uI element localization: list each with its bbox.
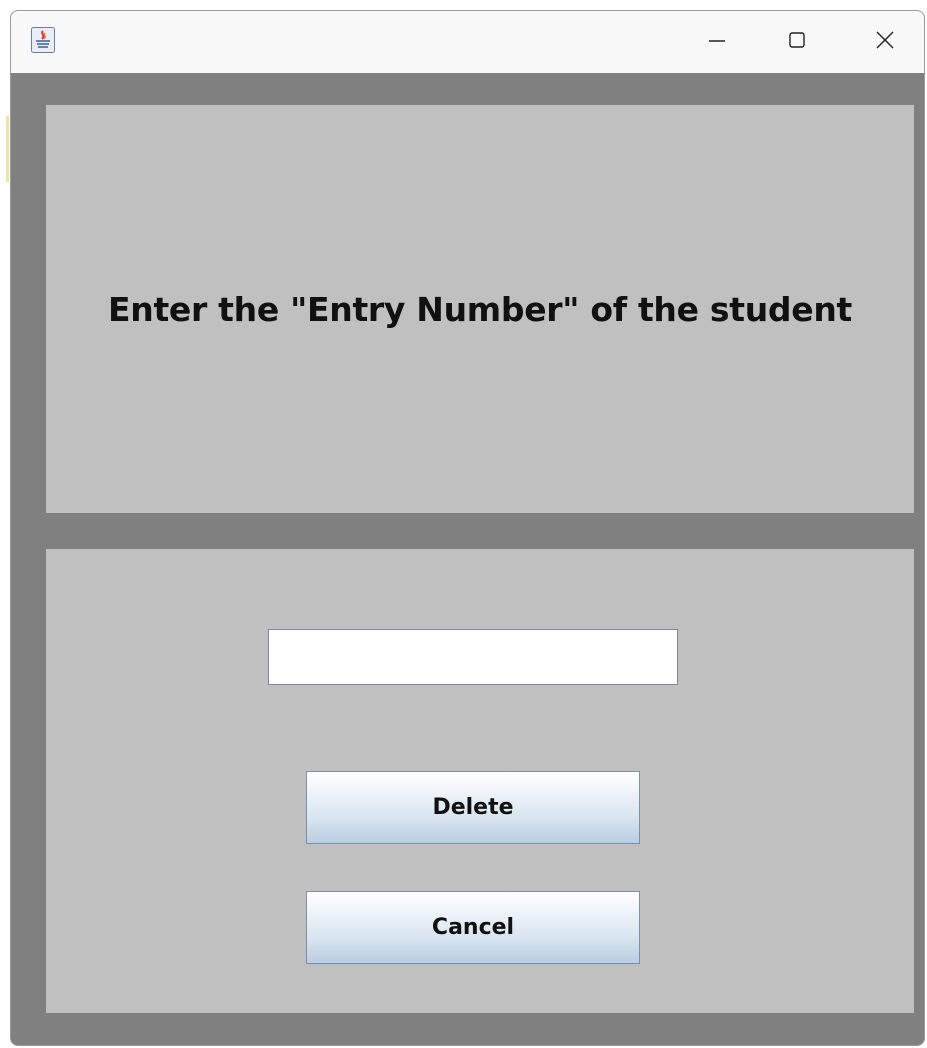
minimize-button[interactable] <box>691 11 743 73</box>
maximize-icon <box>787 30 807 54</box>
maximize-button[interactable] <box>771 11 823 73</box>
prompt-label: Enter the "Entry Number" of the student <box>108 289 852 329</box>
dialog-window: Enter the "Entry Number" of the student … <box>10 10 925 1046</box>
form-panel: Delete Cancel <box>46 549 914 1013</box>
close-button[interactable] <box>859 11 911 73</box>
title-bar[interactable] <box>11 11 924 73</box>
desktop-fragment <box>6 116 9 182</box>
prompt-panel: Enter the "Entry Number" of the student <box>46 105 914 513</box>
close-icon <box>875 30 895 54</box>
delete-button[interactable]: Delete <box>306 771 640 844</box>
entry-number-input[interactable] <box>268 629 678 685</box>
cancel-button[interactable]: Cancel <box>306 891 640 964</box>
minimize-icon <box>707 30 727 54</box>
desktop-background <box>0 0 10 1048</box>
java-icon <box>31 27 55 53</box>
